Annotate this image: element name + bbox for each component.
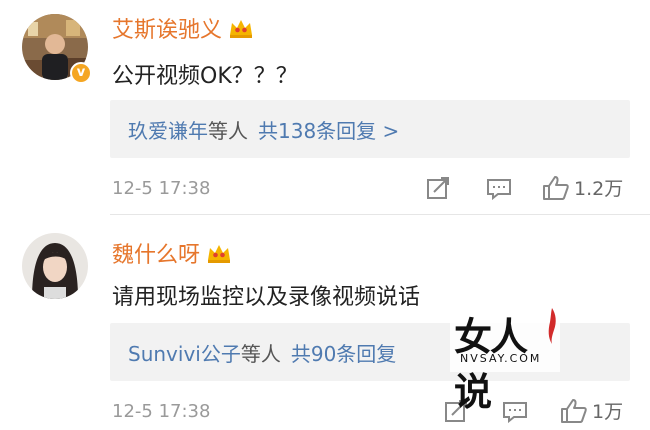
like-button[interactable]: 1万 bbox=[560, 397, 623, 424]
reply-summary-line: Sunvivi公子等人 共90条回复 bbox=[128, 338, 396, 367]
avatar[interactable] bbox=[22, 233, 88, 299]
comment-item: v 艾斯诶驰义 公开视频OK？？？ 玖爱谦年等人 共138条回复 > 12-5 1… bbox=[0, 0, 650, 215]
reply-names[interactable]: Sunvivi公子 bbox=[128, 342, 241, 366]
comment-button[interactable] bbox=[486, 178, 512, 200]
reply-count-link[interactable]: 共138条回复 > bbox=[258, 119, 399, 143]
comment-time: 12-5 17:38 bbox=[112, 178, 211, 199]
reply-names[interactable]: 玖爱谦年 bbox=[128, 119, 208, 143]
reply-summary-line: 玖爱谦年等人 共138条回复 > bbox=[128, 115, 399, 144]
comment-time: 12-5 17:38 bbox=[112, 401, 211, 422]
like-icon bbox=[561, 398, 587, 423]
username[interactable]: 魏什么呀 bbox=[112, 237, 232, 269]
reply-count-link[interactable]: 共90条回复 bbox=[291, 342, 396, 366]
like-count: 1.2万 bbox=[574, 178, 624, 200]
share-icon bbox=[427, 177, 449, 199]
avatar-photo bbox=[22, 233, 88, 299]
reply-summary[interactable]: 玖爱谦年等人 共138条回复 > bbox=[110, 100, 630, 158]
comment-text: 公开视频OK？？？ bbox=[112, 64, 298, 89]
site-watermark: 女人说 NVSAY.COM bbox=[450, 302, 560, 414]
crown-badge-icon bbox=[228, 17, 254, 39]
share-button[interactable] bbox=[426, 176, 452, 200]
watermark-flame-icon bbox=[548, 308, 556, 344]
reply-etc: 等人 bbox=[208, 119, 248, 143]
like-count: 1万 bbox=[592, 401, 624, 423]
comment-text: 请用现场监控以及录像视频说话 bbox=[112, 285, 421, 310]
crown-badge-icon bbox=[206, 242, 232, 264]
username-text: 魏什么呀 bbox=[112, 243, 201, 268]
like-button[interactable]: 1.2万 bbox=[542, 174, 623, 201]
watermark-subtitle: NVSAY.COM bbox=[460, 352, 542, 365]
username-text: 艾斯诶驰义 bbox=[112, 18, 223, 43]
username[interactable]: 艾斯诶驰义 bbox=[112, 12, 254, 44]
verified-badge-icon: v bbox=[70, 62, 92, 84]
reply-etc: 等人 bbox=[240, 342, 281, 366]
comment-icon bbox=[487, 179, 511, 200]
like-icon bbox=[543, 175, 569, 200]
